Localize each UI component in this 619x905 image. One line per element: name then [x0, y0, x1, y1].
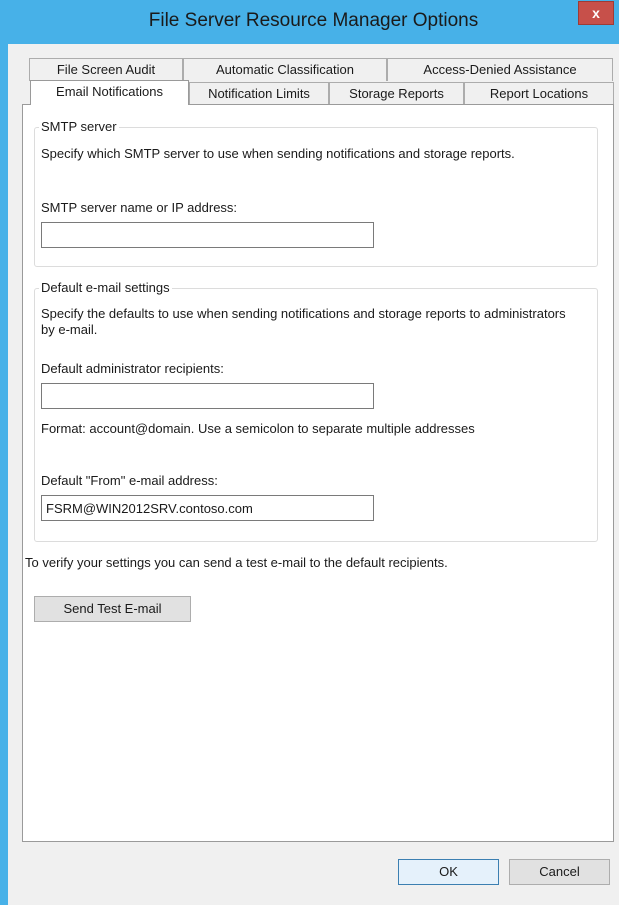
from-address-input[interactable] — [41, 495, 374, 521]
tab-storage-reports[interactable]: Storage Reports — [329, 82, 464, 105]
title-bar[interactable]: File Server Resource Manager Options x — [8, 0, 619, 44]
tab-report-locations[interactable]: Report Locations — [464, 82, 614, 105]
default-settings-description: Specify the defaults to use when sending… — [41, 306, 566, 337]
window-title: File Server Resource Manager Options — [148, 10, 479, 31]
tab-access-denied-assistance[interactable]: Access-Denied Assistance — [387, 58, 613, 81]
dialog-window: File Server Resource Manager Options x F… — [0, 0, 619, 905]
tab-file-screen-audit[interactable]: File Screen Audit — [29, 58, 183, 81]
dialog-client-area: File Screen Audit Automatic Classificati… — [8, 44, 619, 905]
close-button[interactable]: x — [578, 1, 614, 25]
default-settings-group-label: Default e-mail settings — [39, 280, 172, 295]
tab-automatic-classification[interactable]: Automatic Classification — [183, 58, 387, 81]
smtp-server-input[interactable] — [41, 222, 374, 248]
tab-email-notifications[interactable]: Email Notifications — [30, 80, 189, 105]
smtp-description: Specify which SMTP server to use when se… — [41, 146, 515, 161]
recipients-label: Default administrator recipients: — [41, 361, 224, 376]
cancel-button[interactable]: Cancel — [509, 859, 610, 885]
from-address-label: Default "From" e-mail address: — [41, 473, 218, 488]
smtp-field-label: SMTP server name or IP address: — [41, 200, 238, 215]
tab-panel-email-notifications: SMTP server Specify which SMTP server to… — [22, 104, 614, 842]
ok-button[interactable]: OK — [398, 859, 499, 885]
format-hint: Format: account@domain. Use a semicolon … — [41, 421, 475, 436]
recipients-input[interactable] — [41, 383, 374, 409]
tab-notification-limits[interactable]: Notification Limits — [189, 82, 329, 105]
test-description: To verify your settings you can send a t… — [25, 555, 448, 570]
send-test-email-button[interactable]: Send Test E-mail — [34, 596, 191, 622]
smtp-group-label: SMTP server — [39, 119, 119, 134]
